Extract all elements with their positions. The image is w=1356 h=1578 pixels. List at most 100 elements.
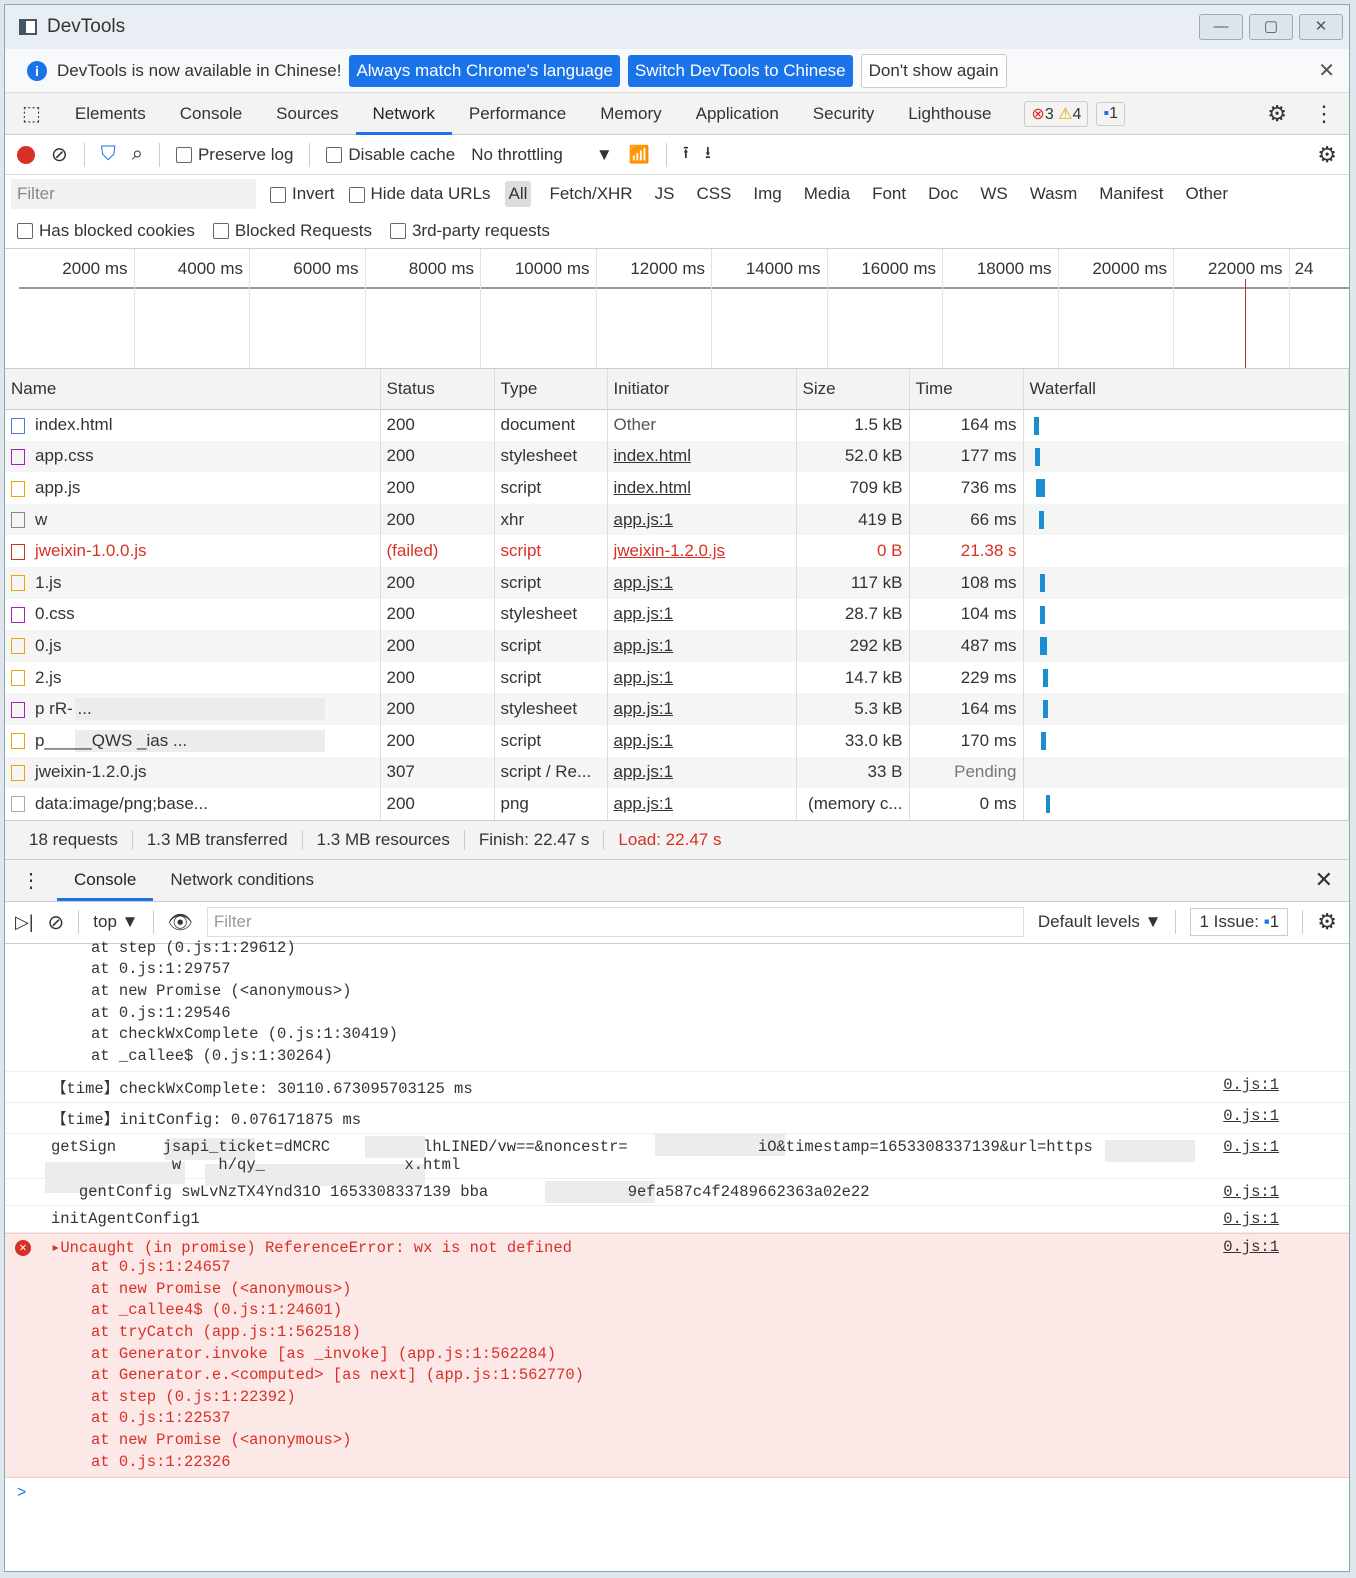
filter-type-all[interactable]: All (504, 181, 532, 207)
request-name[interactable]: app.css (5, 440, 381, 473)
request-initiator[interactable]: app.js:1 (607, 503, 797, 536)
filter-type-img[interactable]: Img (749, 181, 785, 207)
filter-type-fetchxhr[interactable]: Fetch/XHR (545, 181, 636, 207)
column-header-initiator[interactable]: Initiator (607, 369, 797, 410)
tab-memory[interactable]: Memory (583, 93, 678, 135)
request-row[interactable]: p rR- ... 200 stylesheet app.js:1 5.3 kB 164 … (5, 693, 1349, 725)
close-drawer-icon[interactable]: ✕ (1315, 867, 1333, 893)
clear-icon[interactable]: ⊘ (51, 142, 68, 167)
request-name[interactable]: p_____QWS _ias ... (5, 724, 381, 757)
tab-security[interactable]: Security (796, 93, 891, 135)
filter-checkbox-1[interactable]: Blocked Requests (212, 221, 372, 241)
log-levels-select[interactable]: Default levels ▼ (1038, 912, 1162, 932)
console-prompt[interactable]: > (5, 1478, 1349, 1518)
request-initiator[interactable]: app.js:1 (607, 788, 797, 820)
console-source-link[interactable]: 0.js:1 (1223, 1076, 1279, 1094)
request-row[interactable]: p_____QWS _ias ... 200 script app.js:1 33.0 … (5, 724, 1349, 757)
tab-sources[interactable]: Sources (259, 93, 355, 135)
error-header[interactable]: ▸Uncaught (in promise) ReferenceError: w… (51, 1238, 1349, 1257)
maximize-button[interactable]: ▢ (1249, 14, 1293, 40)
initiator-link[interactable]: app.js:1 (614, 510, 674, 529)
initiator-link[interactable]: app.js:1 (614, 668, 674, 687)
preserve-log-checkbox[interactable]: Preserve log (175, 145, 293, 165)
initiator-link[interactable]: app.js:1 (614, 731, 674, 750)
console-source-link[interactable]: 0.js:1 (1223, 1238, 1279, 1256)
request-name[interactable]: p rR- ... (5, 693, 381, 725)
live-expression-eye-icon[interactable]: 👁 (168, 910, 193, 935)
console-error-message[interactable]: ✕ ▸Uncaught (in promise) ReferenceError: … (5, 1233, 1349, 1479)
filter-icon[interactable]: ⛉ (101, 143, 116, 166)
throttling-select[interactable]: No throttling ▼ (471, 145, 613, 165)
request-initiator[interactable]: app.js:1 (607, 661, 797, 694)
request-name[interactable]: 2.js (5, 661, 381, 694)
initiator-link[interactable]: jweixin-1.2.0.js (614, 541, 726, 560)
switch-chinese-button[interactable]: Switch DevTools to Chinese (627, 54, 853, 87)
request-name[interactable]: jweixin-1.2.0.js (5, 756, 381, 789)
more-menu-icon[interactable]: ⋮ (1299, 101, 1349, 127)
filter-type-other[interactable]: Other (1182, 181, 1233, 207)
console-source-link[interactable]: 0.js:1 (1223, 1183, 1279, 1201)
request-initiator[interactable]: jweixin-1.2.0.js (607, 535, 797, 567)
request-initiator[interactable]: index.html (607, 440, 797, 473)
console-source-link[interactable]: 0.js:1 (1223, 1138, 1279, 1156)
tab-console[interactable]: Console (163, 93, 259, 135)
request-name[interactable]: 0.css (5, 598, 381, 631)
record-button[interactable] (17, 145, 35, 164)
filter-type-css[interactable]: CSS (692, 181, 735, 207)
match-language-button[interactable]: Always match Chrome's language (349, 54, 620, 87)
request-row[interactable]: jweixin-1.0.0.js (failed) script jweixin-1.… (5, 535, 1349, 567)
search-icon[interactable]: ⌕ (132, 143, 143, 166)
column-header-name[interactable]: Name (5, 369, 381, 410)
console-source-link[interactable]: 0.js:1 (1223, 1107, 1279, 1125)
request-name[interactable]: app.js (5, 472, 381, 504)
filter-checkbox-2[interactable]: 3rd-party requests (389, 221, 550, 241)
drawer-tab-network-conditions[interactable]: Network conditions (153, 859, 331, 901)
filter-type-doc[interactable]: Doc (924, 181, 962, 207)
filter-type-manifest[interactable]: Manifest (1095, 181, 1167, 207)
hide-data-urls-checkbox[interactable]: Hide data URLs (348, 184, 491, 204)
request-initiator[interactable]: app.js:1 (607, 724, 797, 757)
initiator-link[interactable]: app.js:1 (614, 636, 674, 655)
request-initiator[interactable]: index.html (607, 472, 797, 504)
timeline-overview[interactable]: 2000 ms 4000 ms 6000 ms 8000 ms 10000 ms 1200… (5, 249, 1349, 369)
filter-type-js[interactable]: JS (651, 181, 679, 207)
column-header-waterfall[interactable]: Waterfall (1023, 369, 1349, 410)
initiator-link[interactable]: app.js:1 (614, 794, 674, 813)
request-row[interactable]: data:image/png;base... 200 png app.js:1 (mem… (5, 788, 1349, 820)
request-name[interactable]: index.html (5, 409, 381, 441)
console-settings-icon[interactable]: ⚙ (1317, 909, 1337, 935)
column-header-time[interactable]: Time (909, 369, 1024, 410)
request-name[interactable]: 1.js (5, 566, 381, 599)
initiator-link[interactable]: app.js:1 (614, 573, 674, 592)
request-row[interactable]: index.html 200 document Other 1.5 kB 164 ms (5, 409, 1349, 441)
initiator-link[interactable]: index.html (614, 446, 691, 465)
request-row[interactable]: 0.js 200 script app.js:1 292 kB 487 ms (5, 630, 1349, 662)
column-header-status[interactable]: Status (380, 369, 495, 410)
context-select[interactable]: top ▼ (93, 912, 138, 932)
tab-elements[interactable]: Elements (58, 93, 163, 135)
initiator-link[interactable]: index.html (614, 478, 691, 497)
initiator-link[interactable]: app.js:1 (614, 699, 674, 718)
column-header-size[interactable]: Size (796, 369, 910, 410)
drawer-menu-icon[interactable]: ⋮ (5, 868, 57, 893)
export-har-icon[interactable]: ⭳ (705, 140, 711, 169)
request-initiator[interactable]: app.js:1 (607, 598, 797, 631)
console-filter-input[interactable]: Filter (206, 907, 1024, 938)
tab-application[interactable]: Application (679, 93, 796, 135)
request-name[interactable]: w (5, 503, 381, 536)
request-initiator[interactable]: app.js:1 (607, 630, 797, 662)
request-row[interactable]: 1.js 200 script app.js:1 117 kB 108 ms (5, 566, 1349, 599)
filter-type-media[interactable]: Media (800, 181, 854, 207)
request-row[interactable]: jweixin-1.2.0.js 307 script / Re... app.js:… (5, 756, 1349, 789)
filter-checkbox-0[interactable]: Has blocked cookies (17, 221, 195, 241)
filter-type-font[interactable]: Font (868, 181, 910, 207)
request-row[interactable]: app.js 200 script index.html 709 kB 736 ms (5, 472, 1349, 504)
initiator-link[interactable]: app.js:1 (614, 762, 674, 781)
settings-gear-icon[interactable]: ⚙ (1255, 101, 1299, 127)
close-window-button[interactable]: ✕ (1299, 14, 1343, 40)
request-initiator[interactable]: app.js:1 (607, 566, 797, 599)
request-row[interactable]: w 200 xhr app.js:1 419 B 66 ms (5, 503, 1349, 536)
request-row[interactable]: 2.js 200 script app.js:1 14.7 kB 229 ms (5, 661, 1349, 694)
tab-network[interactable]: Network (355, 93, 452, 135)
drawer-tab-console[interactable]: Console (57, 859, 154, 902)
